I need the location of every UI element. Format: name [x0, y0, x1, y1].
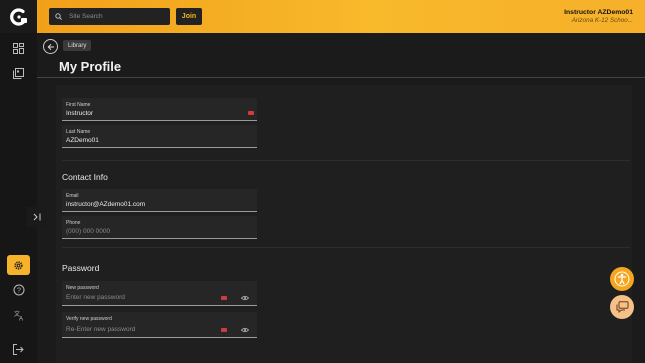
- settings-icon[interactable]: [7, 255, 30, 275]
- new-password-field[interactable]: New password Enter new password: [62, 281, 257, 306]
- contact-info-heading: Contact Info: [62, 172, 108, 182]
- top-header: Join Instructor AZDemo01 Arizona K-12 Sc…: [37, 0, 645, 33]
- last-name-value: AZDemo01: [66, 137, 99, 144]
- keyboard-icon[interactable]: [248, 111, 254, 115]
- search-input[interactable]: [69, 13, 164, 20]
- email-field[interactable]: Email instructor@AZdemo01.com: [62, 189, 257, 212]
- new-password-placeholder: Enter new password: [66, 294, 125, 301]
- back-button[interactable]: [43, 39, 58, 54]
- last-name-field[interactable]: Last Name AZDemo01: [62, 125, 257, 148]
- first-name-value: Instructor: [66, 110, 94, 117]
- search-icon: [55, 13, 62, 20]
- logo-icon: [9, 7, 27, 26]
- section-divider: [62, 160, 630, 161]
- user-info[interactable]: Instructor AZDemo01 Arizona K-12 Schoo..…: [564, 9, 633, 24]
- expand-sidebar-button[interactable]: [27, 207, 47, 227]
- first-name-label: First Name: [66, 102, 91, 108]
- search-box[interactable]: [49, 8, 170, 25]
- verify-password-label: Verify new password: [66, 316, 112, 322]
- phone-placeholder: (000) 000 0000: [66, 228, 111, 235]
- svg-text:A: A: [19, 317, 23, 322]
- section-divider: [62, 247, 630, 248]
- chat-icon: [616, 301, 628, 313]
- phone-field[interactable]: Phone (000) 000 0000: [62, 216, 257, 239]
- show-password-icon[interactable]: [241, 295, 249, 301]
- help-icon[interactable]: ?: [0, 279, 37, 301]
- breadcrumb-library[interactable]: Library: [63, 40, 92, 51]
- sidebar: ? 文A: [0, 0, 37, 363]
- password-heading: Password: [62, 263, 100, 273]
- join-button[interactable]: Join: [176, 8, 202, 25]
- expand-icon: [33, 213, 40, 221]
- last-name-label: Last Name: [66, 129, 91, 135]
- user-name: Instructor AZDemo01: [564, 9, 633, 16]
- svg-text:?: ?: [17, 288, 21, 295]
- library-icon[interactable]: [0, 62, 37, 84]
- arrow-left-icon: [47, 43, 54, 50]
- verify-password-placeholder: Re-Enter new password: [66, 326, 136, 333]
- user-organization: Arizona K-12 Schoo...: [571, 17, 633, 24]
- first-name-field[interactable]: First Name Instructor: [62, 98, 257, 121]
- keyboard-icon[interactable]: [221, 296, 227, 300]
- language-icon[interactable]: 文A: [0, 304, 37, 326]
- show-password-icon[interactable]: [241, 327, 249, 333]
- accessibility-icon: [614, 271, 630, 287]
- email-value: instructor@AZdemo01.com: [66, 201, 146, 208]
- new-password-label: New password: [66, 285, 99, 291]
- title-divider: [37, 77, 645, 78]
- page-title: My Profile: [59, 59, 122, 74]
- email-label: Email: [66, 193, 79, 199]
- chat-button[interactable]: [610, 295, 634, 319]
- phone-label: Phone: [66, 220, 81, 226]
- app-logo[interactable]: [0, 0, 37, 33]
- keyboard-icon[interactable]: [221, 328, 227, 332]
- accessibility-button[interactable]: [610, 267, 634, 291]
- verify-password-field[interactable]: Verify new password Re-Enter new passwor…: [62, 312, 257, 338]
- dashboard-icon[interactable]: [0, 37, 37, 59]
- logout-icon[interactable]: [0, 338, 37, 360]
